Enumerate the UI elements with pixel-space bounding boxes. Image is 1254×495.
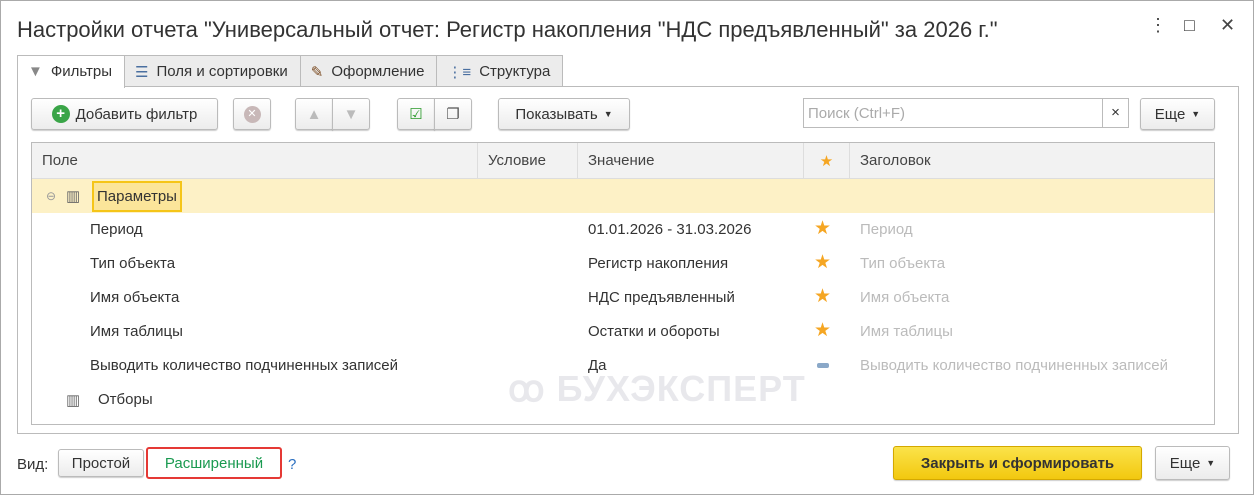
move-down-button[interactable]: ▼ (332, 98, 370, 130)
tab-fields-sorting[interactable]: ☰ Поля и сортировки (124, 55, 301, 87)
clear-search-button[interactable]: × (1102, 99, 1128, 127)
table-row[interactable]: Период 01.01.2026 - 31.03.2026 ★ Период (32, 213, 1214, 247)
arrow-down-icon: ▼ (343, 105, 359, 123)
more-icon[interactable]: ⋮ (1149, 15, 1167, 36)
extended-label: Расширенный (164, 454, 264, 472)
search-placeholder: Поиск (Ctrl+F) (808, 105, 905, 122)
field-value[interactable]: Да (588, 357, 607, 374)
close-and-generate-button[interactable]: Закрыть и сформировать (893, 446, 1142, 480)
star-icon[interactable]: ★ (814, 217, 831, 240)
star-icon[interactable]: ★ (814, 251, 831, 274)
uncheck-all-icon: ❐ (446, 106, 460, 123)
check-all-button[interactable]: ☑ (397, 98, 435, 130)
field-value[interactable]: Остатки и обороты (588, 323, 720, 340)
show-label: Показывать (515, 105, 598, 123)
delete-icon: ✕ (243, 105, 261, 123)
tab-label: Оформление (331, 63, 425, 80)
field-name: Имя таблицы (90, 323, 183, 340)
field-name: Период (90, 221, 143, 238)
tab-structure[interactable]: ⋮≡ Структура (436, 55, 564, 87)
plus-circle-icon: + (51, 105, 70, 123)
table-row[interactable]: Тип объекта Регистр накопления ★ Тип объ… (32, 247, 1214, 281)
field-title[interactable]: Тип объекта (860, 255, 945, 272)
field-name: Имя объекта (90, 289, 180, 306)
table-row[interactable]: Выводить количество подчиненных записей … (32, 349, 1214, 383)
table-row-group-parameters[interactable]: ⊖ ▥ Параметры (32, 179, 1214, 213)
brush-icon: ✎ (310, 64, 324, 81)
star-icon[interactable]: ★ (814, 319, 831, 342)
funnel-icon: ▼ (28, 63, 43, 80)
dash-icon[interactable] (817, 363, 829, 368)
chevron-down-icon: ▼ (1191, 109, 1201, 119)
report-settings-window: Настройки отчета "Универсальный отчет: Р… (0, 0, 1254, 495)
filters-panel: + Добавить фильтр ✕ ▲ ▼ ☑ ❐ Показывать ▼ П… (17, 86, 1239, 434)
simple-label: Простой (71, 454, 131, 472)
more-label: Еще (1154, 105, 1186, 123)
field-value[interactable]: Регистр накопления (588, 255, 728, 272)
field-value[interactable]: НДС предъявленный (588, 289, 735, 306)
delete-button[interactable]: ✕ (233, 98, 271, 130)
column-header-value[interactable]: Значение (578, 143, 804, 179)
table-row-group-filters[interactable]: ▥ Отборы (32, 383, 1214, 417)
field-name: Выводить количество подчиненных записей (90, 357, 398, 374)
add-filter-label: Добавить фильтр (75, 105, 198, 123)
more-button[interactable]: Еще ▼ (1140, 98, 1215, 130)
field-title[interactable]: Имя объекта (860, 289, 949, 306)
field-title[interactable]: Период (860, 221, 913, 238)
tab-label: Фильтры (50, 63, 113, 80)
add-filter-button[interactable]: + Добавить фильтр (31, 98, 218, 130)
show-dropdown[interactable]: Показывать ▼ (498, 98, 630, 130)
field-title[interactable]: Имя таблицы (860, 323, 953, 340)
column-header-condition[interactable]: Условие (478, 143, 578, 179)
check-all-icon: ☑ (409, 106, 423, 123)
arrow-up-icon: ▲ (306, 105, 322, 123)
field-name: Тип объекта (90, 255, 176, 272)
table-row[interactable]: Имя объекта НДС предъявленный ★ Имя объе… (32, 281, 1214, 315)
close-icon[interactable]: ✕ (1220, 15, 1235, 36)
tab-label: Поля и сортировки (156, 63, 288, 80)
help-link[interactable]: ? (288, 456, 296, 473)
star-icon[interactable]: ★ (814, 285, 831, 308)
tab-label: Структура (479, 63, 551, 80)
group-label: Отборы (98, 391, 153, 408)
chevron-down-icon: ▼ (603, 109, 613, 119)
sort-fields-icon: ☰ (135, 64, 149, 81)
chevron-down-icon: ▼ (1206, 458, 1216, 468)
column-header-title[interactable]: Заголовок (850, 143, 1216, 179)
view-extended-button[interactable]: Расширенный (146, 447, 282, 479)
table-row[interactable]: Имя таблицы Остатки и обороты ★ Имя табл… (32, 315, 1214, 349)
collapse-icon[interactable]: ⊖ (46, 189, 56, 203)
more-label: Еще (1169, 454, 1201, 472)
tab-appearance[interactable]: ✎ Оформление (299, 55, 438, 87)
uncheck-all-button[interactable]: ❐ (434, 98, 472, 130)
parameters-icon: ▥ (66, 188, 81, 205)
view-label: Вид: (17, 456, 49, 473)
field-title[interactable]: Выводить количество подчиненных записей (860, 357, 1168, 374)
maximize-icon[interactable]: □ (1184, 15, 1195, 36)
column-header-use[interactable]: ★ (804, 143, 850, 179)
tab-filters[interactable]: ▼ Фильтры (17, 55, 126, 88)
move-up-button[interactable]: ▲ (295, 98, 333, 130)
structure-icon: ⋮≡ (447, 64, 472, 81)
filters-table: Поле Условие Значение ★ Заголовок ꝏ БУХЭ… (31, 142, 1215, 425)
filters-group-icon: ▥ (66, 392, 81, 409)
group-label: Параметры (92, 181, 182, 212)
window-title: Настройки отчета "Универсальный отчет: Р… (17, 17, 998, 42)
view-simple-button[interactable]: Простой (58, 449, 144, 477)
search-input[interactable]: Поиск (Ctrl+F) × (803, 98, 1129, 128)
generate-label: Закрыть и сформировать (920, 454, 1115, 472)
column-header-field[interactable]: Поле (32, 143, 478, 179)
footer-more-button[interactable]: Еще ▼ (1155, 446, 1230, 480)
field-value[interactable]: 01.01.2026 - 31.03.2026 (588, 221, 751, 238)
